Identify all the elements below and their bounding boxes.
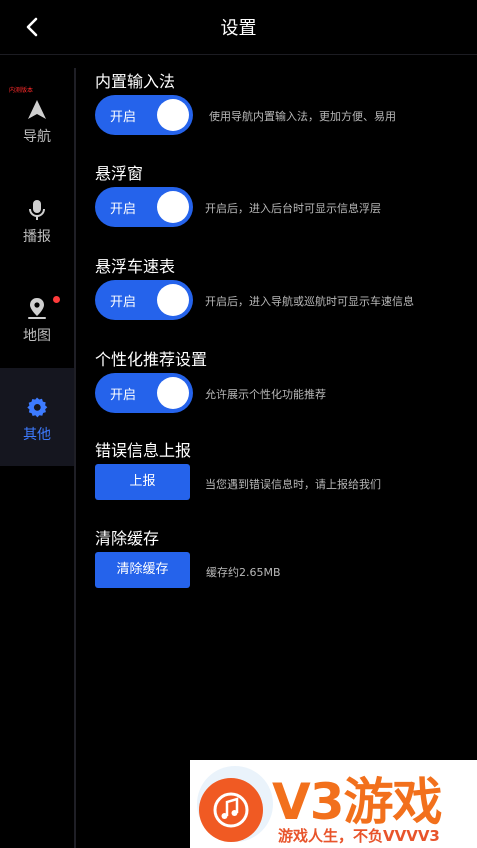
toggle-knob	[157, 284, 189, 316]
microphone-icon	[29, 200, 45, 220]
sidebar-item-label: 导航	[23, 129, 51, 145]
setting-desc-recommend: 允许展示个性化功能推荐	[205, 388, 326, 401]
setting-desc-input-method: 使用导航内置输入法，更加方便、易用	[209, 110, 396, 123]
sidebar-item-label: 地图	[23, 328, 51, 344]
input-method-toggle[interactable]: 开启	[95, 95, 193, 135]
toggle-label: 开启	[110, 202, 137, 217]
toggle-knob	[157, 377, 189, 409]
sidebar-item-label: 播报	[23, 229, 51, 245]
sidebar-divider	[74, 68, 76, 848]
setting-title-report: 错误信息上报	[95, 441, 192, 460]
gear-icon	[27, 397, 48, 418]
recommend-toggle[interactable]: 开启	[95, 373, 193, 413]
sidebar-item-map[interactable]: 地图	[0, 270, 74, 368]
ad-banner[interactable]: V3游戏 游戏人生，不负VVVV3	[190, 760, 477, 848]
setting-desc-cache: 缓存约2.65MB	[206, 566, 281, 579]
ad-brand: V3游戏	[272, 773, 442, 831]
top-bar: 设置	[0, 0, 477, 55]
music-note-logo-icon	[197, 766, 273, 842]
setting-title-recommend: 个性化推荐设置	[95, 350, 208, 369]
page-title: 设置	[220, 18, 257, 39]
toggle-label: 开启	[110, 110, 137, 125]
setting-desc-speedometer: 开启后，进入导航或巡航时可显示车速信息	[205, 295, 414, 308]
setting-desc-report: 当您遇到错误信息时，请上报给我们	[205, 478, 381, 491]
toggle-label: 开启	[110, 388, 137, 403]
speedometer-toggle[interactable]: 开启	[95, 280, 193, 320]
ad-slogan: 游戏人生，不负VVVV3	[278, 827, 440, 845]
report-button[interactable]: 上报	[95, 464, 190, 500]
clear-cache-button[interactable]: 清除缓存	[95, 552, 190, 588]
sidebar-item-label: 其他	[23, 427, 51, 443]
floating-window-toggle[interactable]: 开启	[95, 187, 193, 227]
setting-title-floating-window: 悬浮窗	[95, 164, 144, 183]
sidebar-item-broadcast[interactable]: 播报	[0, 172, 74, 270]
toggle-label: 开启	[110, 295, 137, 310]
toggle-knob	[157, 191, 189, 223]
navigation-arrow-icon	[28, 100, 46, 119]
toggle-knob	[157, 99, 189, 131]
sidebar-item-other[interactable]: 其他	[0, 368, 74, 466]
map-pin-icon	[28, 298, 46, 319]
setting-title-cache: 清除缓存	[95, 529, 160, 548]
setting-title-speedometer: 悬浮车速表	[95, 257, 176, 276]
sidebar-item-navigation[interactable]: 导航	[0, 72, 74, 170]
setting-title-input-method: 内置输入法	[95, 72, 176, 91]
setting-desc-floating-window: 开启后，进入后台时可显示信息浮层	[205, 202, 381, 215]
notification-badge	[53, 296, 60, 303]
